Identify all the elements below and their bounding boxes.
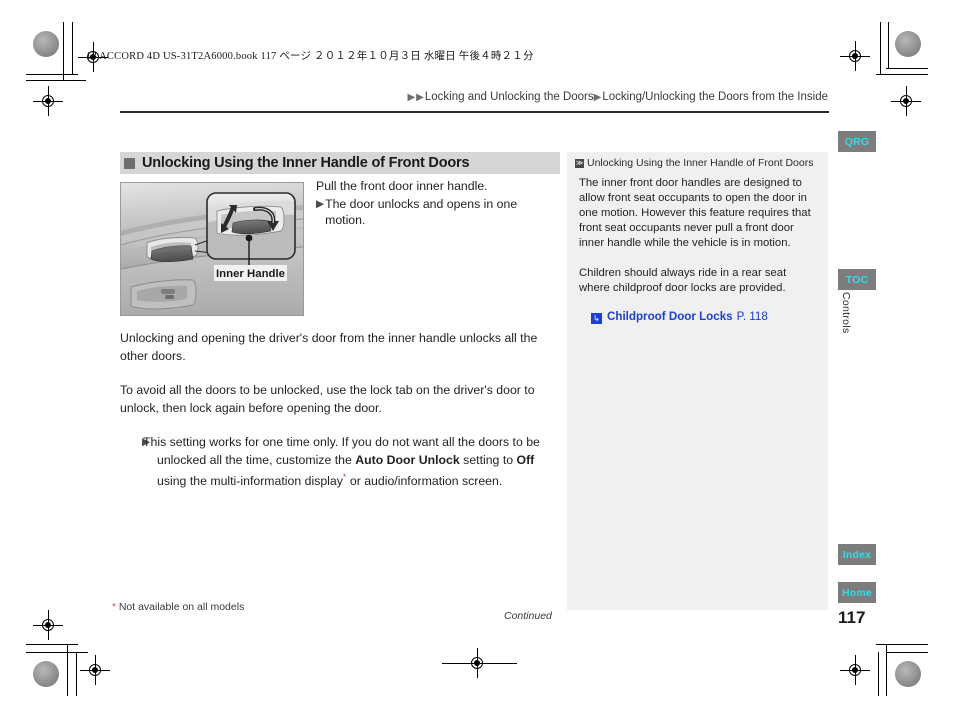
- setting-name-auto-door-unlock: Auto Door Unlock: [355, 452, 460, 467]
- breadcrumb-arrow-icon: ▶: [593, 92, 602, 103]
- crop-line: [63, 22, 64, 80]
- nav-tab-qrg[interactable]: QRG: [838, 131, 876, 152]
- crop-line: [878, 652, 879, 696]
- crop-line: [886, 644, 887, 696]
- nav-tab-index[interactable]: Index: [838, 544, 876, 565]
- instruction-main: Pull the front door inner handle.: [316, 179, 488, 193]
- registration-mark: [840, 655, 870, 685]
- instruction-sub-item: ▶ The door unlocks and opens in one moti…: [316, 196, 556, 229]
- breadcrumb-arrow-icon: ▶: [416, 92, 424, 103]
- crop-line: [67, 644, 68, 696]
- page-number: 117: [838, 608, 866, 627]
- color-patch: [33, 31, 59, 57]
- body-paragraph-1: Unlocking and opening the driver's door …: [120, 331, 538, 363]
- manual-page: 13 ACCORD 4D US-31T2A6000.book 117 ページ ２…: [0, 0, 954, 718]
- crop-line: [72, 22, 73, 74]
- body-paragraph-2: To avoid all the doors to be unlocked, u…: [120, 383, 535, 415]
- double-arrow-icon: ≫: [575, 159, 584, 168]
- body-text: Unlocking and opening the driver's door …: [120, 330, 560, 491]
- info-paragraph-1: The inner front door handles are designe…: [579, 177, 811, 249]
- instruction-sub-label: The door unlocks and opens in one motion…: [325, 196, 518, 228]
- body-bullet-1-text: This setting works for one time only. If…: [143, 435, 540, 489]
- footnote-text: Not available on all models: [118, 601, 245, 613]
- crop-line: [26, 652, 88, 653]
- cross-reference-link[interactable]: ↳ Childproof Door Locks P. 118: [591, 309, 818, 324]
- chapter-tab-controls: Controls: [840, 292, 852, 334]
- color-patch: [895, 31, 921, 57]
- crop-line: [26, 644, 78, 645]
- crop-line: [442, 662, 517, 664]
- crop-line: [888, 22, 889, 68]
- info-sidebar-body: The inner front door handles are designe…: [579, 176, 818, 324]
- registration-mark: [33, 610, 63, 640]
- jump-arrow-icon: ↳: [591, 313, 602, 324]
- illustration-caption: Inner Handle: [216, 268, 285, 280]
- cross-reference-title[interactable]: Childproof Door Locks: [607, 309, 733, 324]
- registration-mark: [80, 655, 110, 685]
- registration-mark: [840, 41, 870, 71]
- nav-tab-home[interactable]: Home: [838, 582, 876, 603]
- section-heading-label: Unlocking Using the Inner Handle of Fron…: [142, 155, 470, 171]
- crop-line: [876, 74, 928, 75]
- header-divider: [120, 111, 829, 113]
- cross-reference-page[interactable]: P. 118: [737, 309, 768, 324]
- body-bullet-1: ▶ This setting works for one time only. …: [142, 434, 560, 491]
- setting-value-off: Off: [516, 452, 535, 467]
- section-heading: Unlocking Using the Inner Handle of Fron…: [120, 152, 560, 174]
- breadcrumb-arrow-icon: ▶: [407, 92, 416, 103]
- crop-line: [26, 80, 86, 81]
- info-sidebar: ≫ Unlocking Using the Inner Handle of Fro…: [567, 152, 828, 610]
- footnote: * Not available on all models: [112, 601, 244, 613]
- triangle-bullet-icon: ▶: [316, 197, 325, 210]
- book-file-slug: 13 ACCORD 4D US-31T2A6000.book 117 ページ ２…: [86, 51, 534, 62]
- square-bullet-icon: [124, 157, 135, 169]
- illustration-svg: Inner Handle: [121, 183, 303, 315]
- info-paragraph-2: Children should always ride in a rear se…: [579, 267, 787, 294]
- crop-line: [876, 644, 928, 645]
- crop-line: [76, 652, 77, 696]
- crop-line: [880, 22, 881, 74]
- crop-line: [886, 68, 928, 69]
- info-sidebar-title-label: Unlocking Using the Inner Handle of Fron…: [587, 157, 814, 169]
- instruction-block: Pull the front door inner handle. ▶ The …: [316, 178, 556, 229]
- registration-mark: [33, 86, 63, 116]
- crop-line: [26, 74, 78, 75]
- illustration-inner-handle: Inner Handle: [120, 182, 304, 316]
- info-sidebar-title: ≫ Unlocking Using the Inner Handle of Fro…: [575, 157, 822, 169]
- nav-tab-toc[interactable]: TOC: [838, 269, 876, 290]
- footnote-marker-icon: *: [112, 602, 116, 613]
- color-patch: [895, 661, 921, 687]
- continued-label: Continued: [504, 610, 552, 622]
- breadcrumb-level-2[interactable]: Locking/Unlocking the Doors from the Ins…: [602, 91, 828, 103]
- breadcrumb: ▶▶Locking and Unlocking the Doors▶Lockin…: [407, 91, 828, 103]
- color-patch: [33, 661, 59, 687]
- registration-mark: [891, 86, 921, 116]
- crop-line: [886, 652, 928, 653]
- breadcrumb-level-1[interactable]: Locking and Unlocking the Doors: [425, 91, 594, 103]
